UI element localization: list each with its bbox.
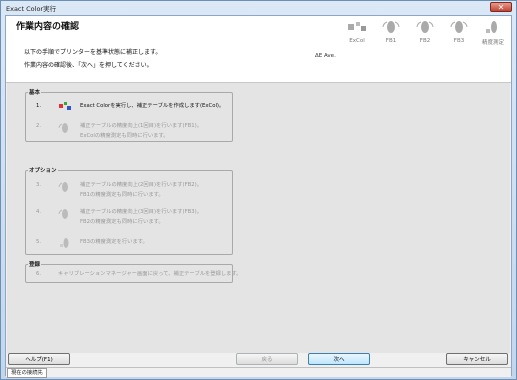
step-number: 2.	[36, 123, 42, 129]
status-bar: 現在の接続先	[6, 367, 511, 378]
delta-e-label: ΔE Ave.	[315, 53, 336, 59]
page-title: 作業内容の確認	[16, 22, 80, 32]
back-button[interactable]: 戻る	[236, 353, 298, 365]
step-number: 4.	[36, 209, 42, 215]
step-text: 補正テーブルの精度向上(1回目)を行います(FB1)。	[80, 123, 203, 129]
header-panel: 作業内容の確認 以下の手順でプリンターを基準状態に補正します。 作業内容の確認後…	[6, 16, 511, 83]
step-label: 精度測定	[481, 40, 504, 46]
dialog-client: 作業内容の確認 以下の手順でプリンターを基準状態に補正します。 作業内容の確認後…	[5, 15, 512, 378]
step-text: 補正テーブルの精度向上(3回目)を行います(FB3)。	[80, 209, 203, 215]
step-label: FB1	[385, 38, 397, 44]
fb1-icon	[58, 123, 68, 133]
step-excol: ExCol	[340, 20, 374, 44]
window-title: Exact Color実行	[6, 5, 57, 13]
step-label: ExCol	[349, 38, 365, 44]
fb2-icon	[416, 21, 434, 33]
step-subtext: FB2の精度測定も同時に行います。	[80, 219, 164, 225]
title-bar: Exact Color実行 ✕	[1, 1, 516, 14]
step-number: 6.	[36, 271, 42, 277]
group-register: 登録 6. キャリブレーションマネージャー画面に戻って、補正テーブルを登録します…	[25, 260, 242, 283]
step-measure: 精度測定	[476, 20, 510, 46]
step-label: FB3	[453, 38, 465, 44]
excol-icon	[348, 22, 366, 31]
step-fb2: FB2	[408, 20, 442, 44]
step-text: キャリブレーションマネージャー画面に戻って、補正テーブルを登録します。	[58, 271, 242, 277]
step-indicator: ExCol FB1 FB2 FB3 精度測定	[340, 20, 510, 60]
fb1-icon	[382, 21, 400, 33]
measure-icon	[486, 21, 497, 33]
fb3-icon	[450, 21, 468, 33]
step-label: FB2	[419, 38, 431, 44]
group-label-option: オプション	[28, 166, 58, 174]
step-text: FB3の精度測定を行います。	[80, 239, 148, 245]
step-subtext: FB1の精度測定も同時に行います。	[80, 192, 164, 198]
connection-status: 現在の接続先	[7, 368, 47, 378]
app-window: Exact Color実行 ✕ 作業内容の確認 以下の手順でプリンターを基準状態…	[0, 0, 517, 380]
group-label-basic: 基本	[28, 88, 42, 96]
excol-icon	[59, 102, 71, 110]
group-label-register: 登録	[28, 260, 42, 268]
description-line-1: 以下の手順でプリンターを基準状態に補正します。	[24, 49, 162, 56]
next-button[interactable]: 次へ	[308, 353, 370, 365]
step-text: 補正テーブルの精度向上(2回目)を行います(FB2)。	[80, 182, 203, 188]
step-number: 3.	[36, 182, 42, 188]
group-option: オプション 3. 補正テーブルの精度向上(2回目)を行います(FB2)。 FB1…	[25, 166, 233, 255]
group-basic: 基本 1. Exact Colorを実行し、補正テーブルを作成します(ExCol…	[25, 88, 233, 142]
fb3-icon	[58, 209, 68, 219]
step-subtext: ExColの精度測定も同時に行います。	[80, 133, 169, 139]
main-area: 基本 1. Exact Colorを実行し、補正テーブルを作成します(ExCol…	[7, 83, 510, 353]
step-text: Exact Colorを実行し、補正テーブルを作成します(ExCol)。	[80, 103, 225, 109]
help-button[interactable]: ヘルプ(F1)	[8, 353, 70, 365]
close-button[interactable]: ✕	[490, 2, 512, 12]
step-number: 5.	[36, 239, 42, 245]
measure-icon	[60, 238, 69, 248]
cancel-button[interactable]: キャンセル	[446, 353, 508, 365]
step-number: 1.	[36, 103, 42, 109]
description-line-2: 作業内容の確認後、「次へ」を押してください。	[24, 62, 153, 69]
step-fb3: FB3	[442, 20, 476, 44]
step-fb1: FB1	[374, 20, 408, 44]
fb2-icon	[58, 182, 68, 192]
